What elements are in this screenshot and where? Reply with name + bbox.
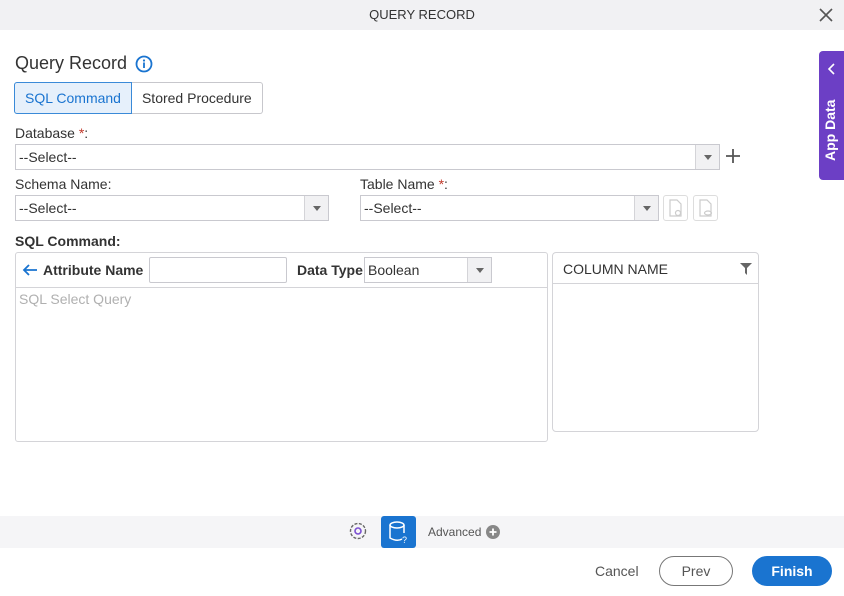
sql-toolbar: Attribute Name Data Type Boolean — [16, 253, 547, 288]
arrow-left-icon[interactable] — [22, 263, 38, 277]
attribute-name-label: Attribute Name — [43, 262, 144, 278]
database-select[interactable]: --Select-- — [15, 144, 720, 170]
chevron-left-icon — [827, 63, 835, 75]
data-type-label: Data Type — [297, 262, 363, 278]
data-type-select[interactable]: Boolean — [364, 257, 492, 283]
plus-circle-icon — [486, 525, 501, 539]
chevron-down-icon — [304, 196, 328, 220]
database-query-button[interactable]: ? — [381, 516, 416, 548]
tab-stored-procedure[interactable]: Stored Procedure — [131, 82, 263, 114]
table-preview-button[interactable] — [693, 195, 718, 221]
app-data-label: App Data — [822, 99, 838, 161]
column-list-header: COLUMN NAME — [553, 253, 758, 284]
mode-tabs: SQL Command Stored Procedure — [14, 82, 263, 114]
column-list: COLUMN NAME — [552, 252, 759, 432]
page-heading: Query Record — [15, 53, 153, 74]
finish-button[interactable]: Finish — [752, 556, 832, 586]
bottom-toolbar — [0, 516, 844, 548]
schema-label: Schema Name: — [15, 176, 112, 192]
gear-icon[interactable] — [347, 520, 369, 542]
chevron-down-icon — [634, 196, 658, 220]
sql-query-textarea[interactable]: SQL Select Query — [19, 291, 131, 307]
chevron-down-icon — [695, 145, 719, 169]
dialog-title: QUERY RECORD — [369, 7, 475, 22]
document-gear-icon — [669, 199, 682, 217]
close-icon[interactable] — [818, 7, 834, 23]
sql-command-label: SQL Command: — [15, 233, 121, 249]
chevron-down-icon — [467, 258, 491, 282]
cancel-button[interactable]: Cancel — [595, 563, 639, 579]
sql-command-editor: Attribute Name Data Type Boolean SQL Sel… — [15, 252, 548, 442]
attribute-name-input[interactable] — [149, 257, 287, 283]
add-database-icon[interactable] — [724, 147, 742, 165]
svg-text:?: ? — [402, 535, 407, 545]
table-label: Table Name *: — [360, 176, 448, 192]
tab-sql-command[interactable]: SQL Command — [14, 82, 132, 114]
table-settings-button[interactable] — [663, 195, 688, 221]
advanced-toggle[interactable]: Advanced — [428, 525, 501, 539]
app-data-panel-toggle[interactable]: App Data — [819, 51, 844, 180]
dialog-titlebar: QUERY RECORD — [0, 0, 844, 30]
prev-button[interactable]: Prev — [659, 556, 733, 586]
document-eye-icon — [699, 199, 713, 217]
database-question-icon: ? — [389, 521, 407, 545]
page-title: Query Record — [15, 53, 128, 73]
schema-select[interactable]: --Select-- — [15, 195, 329, 221]
table-select[interactable]: --Select-- — [360, 195, 659, 221]
filter-icon[interactable] — [740, 263, 752, 275]
info-icon[interactable] — [135, 55, 153, 73]
database-label: Database *: — [15, 125, 89, 141]
